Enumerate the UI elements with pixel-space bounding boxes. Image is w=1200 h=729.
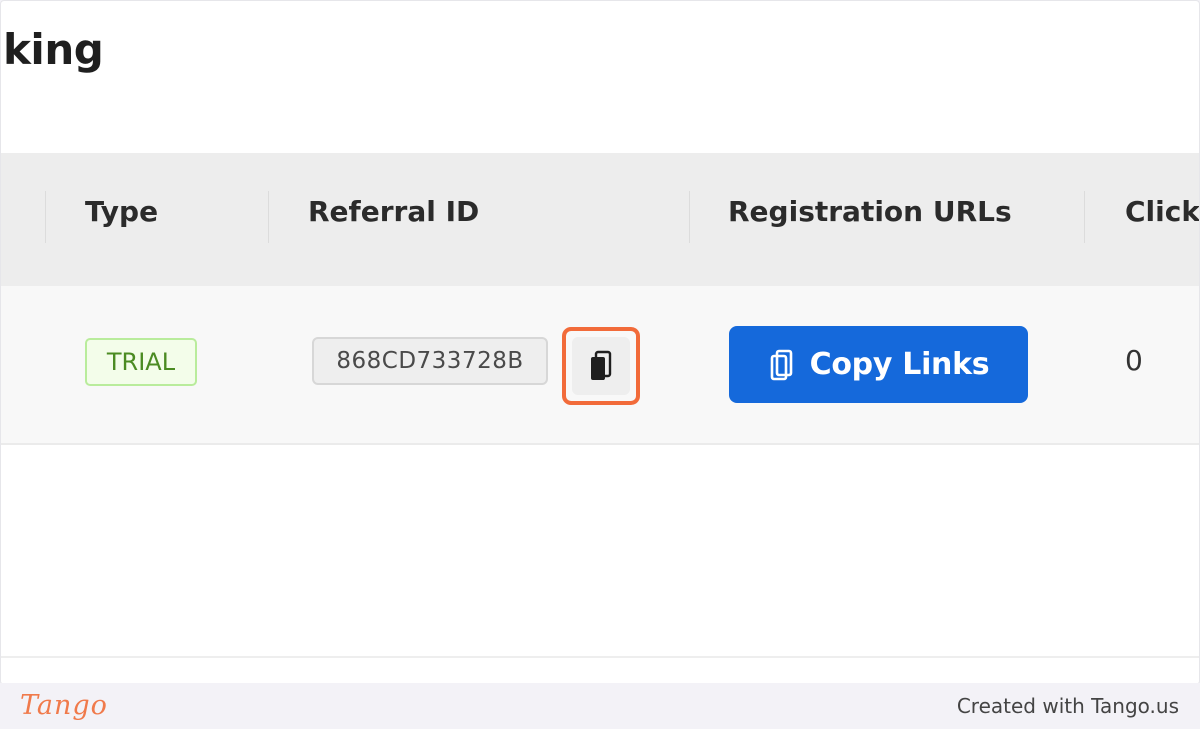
copy-icon xyxy=(770,349,792,380)
clicks-value: 0 xyxy=(1125,344,1143,377)
column-divider xyxy=(45,191,46,243)
page-title: king xyxy=(3,25,104,74)
header-registration-urls[interactable]: Registration URLs xyxy=(728,195,1012,228)
click-highlight xyxy=(562,327,640,405)
copy-links-button[interactable]: Copy Links xyxy=(729,326,1028,403)
copy-links-label: Copy Links xyxy=(809,347,990,382)
tango-logo[interactable]: Tango xyxy=(20,690,108,721)
content-frame: king Type Referral ID Registration URLs … xyxy=(0,0,1200,685)
column-divider xyxy=(689,191,690,243)
table-header xyxy=(1,153,1199,286)
header-type[interactable]: Type xyxy=(85,195,158,228)
header-referral-id[interactable]: Referral ID xyxy=(308,195,479,228)
header-clicks[interactable]: Click xyxy=(1125,195,1199,228)
column-divider xyxy=(1084,191,1085,243)
referral-id-value: 868CD733728B xyxy=(312,337,548,385)
created-with-text[interactable]: Created with Tango.us xyxy=(957,694,1179,718)
column-divider xyxy=(268,191,269,243)
divider xyxy=(1,656,1199,658)
type-badge: TRIAL xyxy=(85,338,197,386)
